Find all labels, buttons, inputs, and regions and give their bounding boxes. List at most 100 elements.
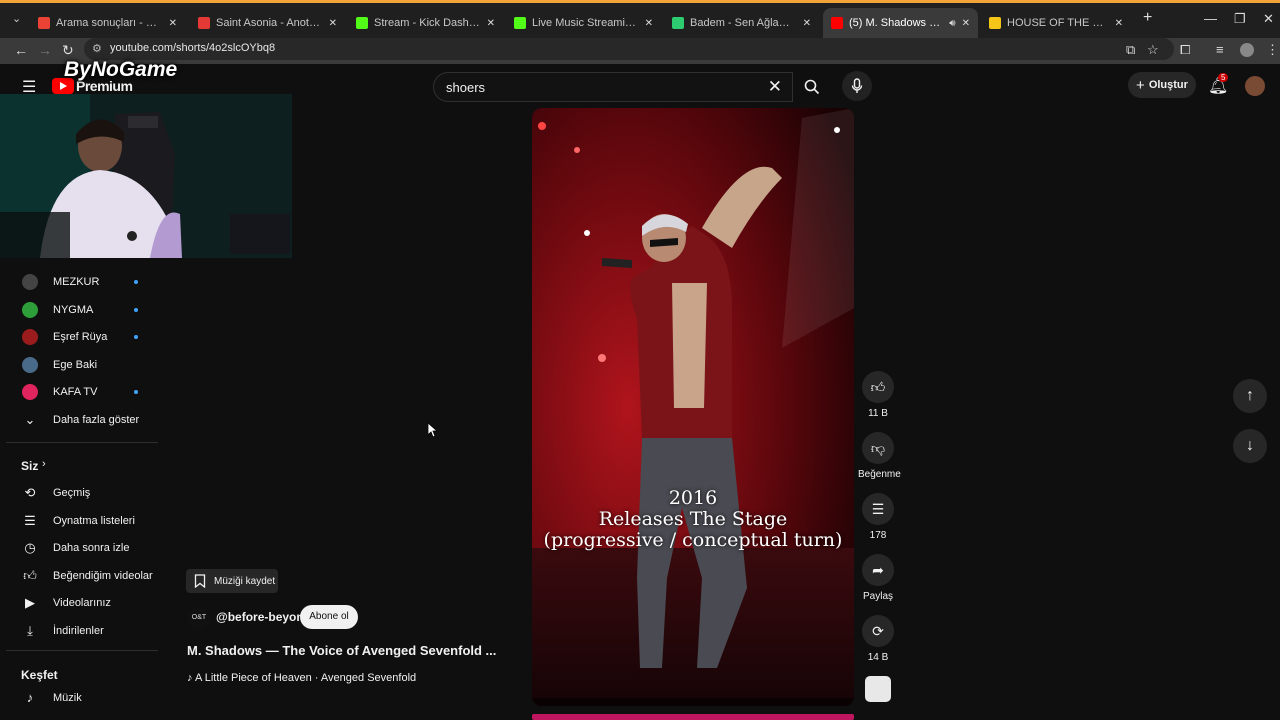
browser-tab[interactable]: Live Music Streaming - Live Str ✕ [506, 8, 661, 38]
account-avatar[interactable] [1245, 76, 1265, 96]
you-heading: Siz [21, 459, 39, 473]
sidebar-item-label: Geçmiş [53, 487, 91, 499]
create-button[interactable]: + Oluştur [1128, 72, 1196, 98]
subscribe-button[interactable]: Abone ol [300, 605, 358, 629]
tab-title: Live Music Streaming - Live Str [532, 17, 639, 29]
channel-name: Eşref Rüya [53, 331, 108, 344]
search-button[interactable] [795, 72, 829, 102]
sidebar-item[interactable]: ☰ Oynatma listeleri [0, 507, 160, 535]
save-music-button[interactable]: Müziği kaydet [186, 569, 278, 593]
sidebar-item[interactable]: 👍︎ Beğendiğim videolar [0, 562, 160, 590]
back-icon[interactable]: ← [14, 42, 28, 58]
sidebar-channel-item[interactable]: Ege Baki [0, 351, 160, 379]
bookmark-star-icon[interactable]: ☆ [1147, 42, 1159, 58]
tab-favicon-icon [831, 17, 843, 29]
sidebar-channel-item[interactable]: KAFA TV [0, 378, 160, 406]
tab-search-dropdown-icon[interactable]: ⌄ [12, 12, 21, 25]
webcam-image [0, 94, 292, 258]
sound-thumbnail[interactable] [865, 676, 891, 702]
tab-title: Arama sonuçları - mennice23@ [56, 17, 163, 29]
sidebar-item[interactable]: ▶ Videolarınız [0, 589, 160, 617]
you-section-header[interactable]: Siz › [0, 452, 160, 480]
restore-icon[interactable]: ❐ [1234, 11, 1246, 27]
tab-close-icon[interactable]: ✕ [169, 18, 177, 29]
sidebar-item-label: Müzik [53, 692, 82, 704]
music-note-icon: ♪ [187, 672, 193, 684]
share-arrow-icon[interactable]: ➦ [862, 554, 894, 586]
sidebar-item[interactable]: ♪ Müzik [0, 684, 160, 712]
channel-avatar-icon [22, 274, 38, 290]
remix-action[interactable]: ⟳ 14 B [858, 615, 898, 663]
arrow-down-icon: ↓ [1246, 437, 1254, 454]
caption-line: Releases The Stage [598, 508, 788, 530]
voice-search-button[interactable] [842, 71, 872, 101]
new-content-dot [134, 307, 138, 312]
tab-favicon-icon [672, 17, 684, 29]
address-bar[interactable]: ⚙ youtube.com/shorts/4o2slcOYbq8 [84, 38, 1174, 60]
microphone-icon [851, 78, 863, 93]
browser-tab[interactable]: Saint Asonia - Another Fight (T ✕ [190, 8, 345, 38]
dislike-label: Beğenme [858, 469, 901, 480]
dislike-action[interactable]: 👎︎ Beğenme [858, 432, 901, 480]
reload-icon[interactable]: ↻ [62, 42, 74, 59]
comment-action[interactable]: ☰ 178 [858, 493, 898, 541]
tab-audio-icon[interactable]: 🔊︎ [949, 18, 955, 29]
tab-close-icon[interactable]: ✕ [1115, 18, 1123, 29]
clear-search-icon[interactable]: ✕ [768, 77, 782, 97]
short-video-player[interactable]: 2016 Releases The Stage (progressive / con… [532, 108, 854, 706]
comment-icon[interactable]: ☰ [862, 493, 894, 525]
video-title[interactable]: M. Shadows — The Voice of Avenged Sevenf… [187, 643, 496, 658]
remix-icon[interactable]: ⟳ [862, 615, 894, 647]
channel-name: NYGMA [53, 303, 94, 316]
sidebar-channel-item[interactable]: NYGMA [0, 296, 160, 324]
sidebar-item[interactable]: ◷ Daha sonra izle [0, 534, 160, 562]
media-control-icon[interactable]: ≡ [1216, 42, 1224, 57]
channel-avatar[interactable]: O&T [188, 607, 210, 629]
show-more-button[interactable]: ⌄ Daha fazla göster [0, 406, 160, 434]
channel-handle-link[interactable]: @before-beyond [216, 610, 311, 624]
browser-tab[interactable]: Badem - Sen Ağlama - Akor (K ✕ [664, 8, 819, 38]
liked-videos-icon: 👍︎ [23, 567, 37, 583]
profile-icon[interactable] [1240, 43, 1254, 57]
browser-menu-icon[interactable]: ⋮ [1266, 42, 1279, 58]
song-link[interactable]: ♪ A Little Piece of Heaven · Avenged Sev… [187, 672, 416, 684]
browser-tab[interactable]: Arama sonuçları - mennice23@ ✕ [30, 8, 185, 38]
share-action[interactable]: ➦ Paylaş [858, 554, 898, 602]
sidebar-channel-item[interactable]: MEZKUR [0, 268, 160, 296]
browser-tab[interactable]: (5) M. Shadows — The Voic 🔊︎ ✕ [823, 8, 978, 38]
browser-tab[interactable]: HOUSE OF THE RISING SUN CH ✕ [981, 8, 1131, 38]
new-content-dot [134, 280, 138, 284]
extensions-icon[interactable]: ⧠ [1180, 42, 1190, 58]
install-app-icon[interactable]: ⧉ [1126, 42, 1135, 58]
tab-title: HOUSE OF THE RISING SUN CH [1007, 17, 1109, 29]
minimize-icon[interactable]: — [1204, 11, 1217, 26]
thumbs-up-icon[interactable]: 👍︎ [862, 371, 894, 403]
sidebar-item[interactable]: ⟲ Geçmiş [0, 479, 160, 507]
your-videos-icon: ▶ [25, 595, 35, 611]
video-progress-bar[interactable] [532, 714, 854, 720]
tab-close-icon[interactable]: ✕ [487, 18, 495, 29]
forward-icon[interactable]: → [38, 42, 52, 58]
new-tab-button[interactable]: + [1143, 9, 1152, 27]
browser-tab-strip: ⌄ Arama sonuçları - mennice23@✕Saint Aso… [0, 0, 1280, 38]
site-info-icon[interactable]: ⚙ [92, 42, 102, 55]
thumbs-down-icon[interactable]: 👎︎ [862, 432, 894, 464]
next-short-button[interactable]: ↓ [1233, 429, 1267, 463]
chevron-down-icon: ⌄ [24, 412, 36, 427]
sidebar-channel-item[interactable]: Eşref Rüya [0, 323, 160, 351]
new-content-dot [134, 335, 138, 340]
sidebar-divider [6, 650, 158, 651]
browser-tab[interactable]: Stream - Kick Dashboard ✕ [348, 8, 503, 38]
video-caption: 2016 Releases The Stage (progressive / con… [532, 488, 854, 551]
tab-close-icon[interactable]: ✕ [962, 18, 970, 29]
search-icon [804, 79, 820, 95]
previous-short-button[interactable]: ↑ [1233, 379, 1267, 413]
tab-close-icon[interactable]: ✕ [803, 18, 811, 29]
close-window-icon[interactable]: ✕ [1263, 11, 1274, 27]
tab-close-icon[interactable]: ✕ [329, 18, 337, 29]
tab-close-icon[interactable]: ✕ [645, 18, 653, 29]
like-action[interactable]: 👍︎ 11 B [858, 371, 898, 419]
sidebar-item[interactable]: ⤓ İndirilenler [0, 617, 160, 645]
channel-avatar-icon [22, 301, 38, 318]
search-input[interactable]: shoers ✕ [433, 72, 793, 102]
